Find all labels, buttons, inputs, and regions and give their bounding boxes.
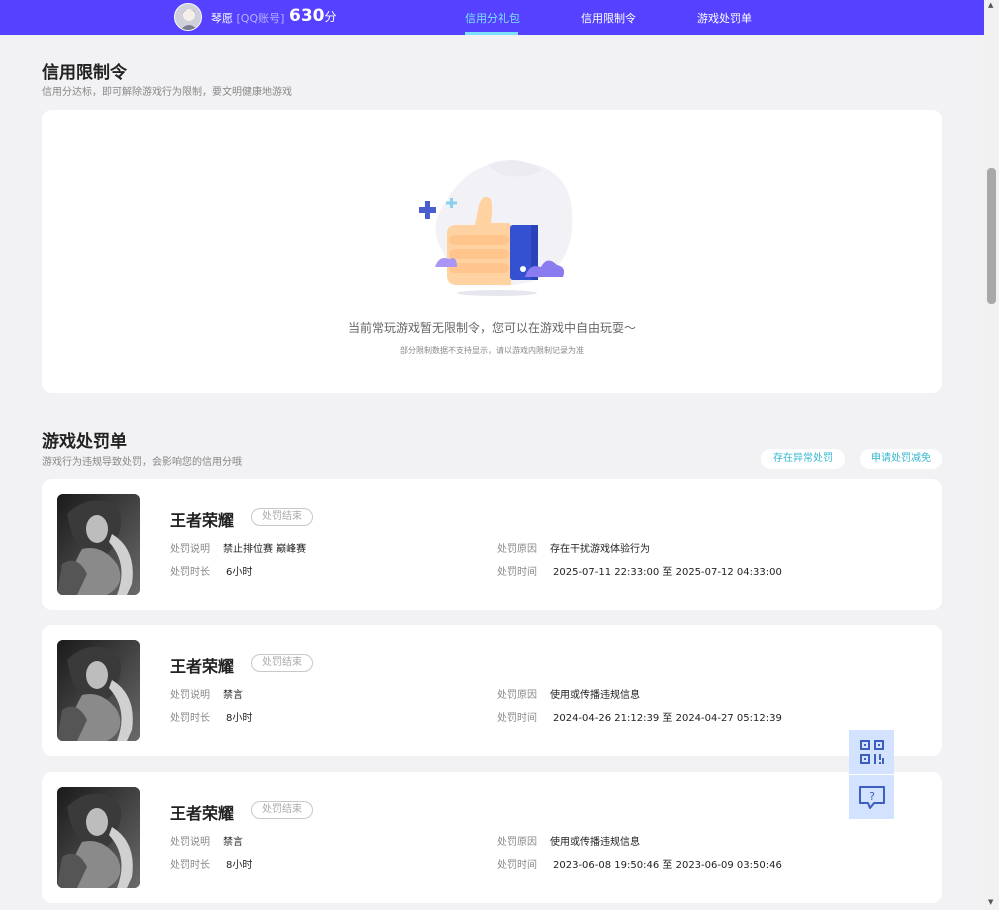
status-badge: 处罚结束 (251, 801, 313, 819)
penalty-start-time: 2024-04-26 21:12:39 (553, 713, 660, 724)
penalty-end-time: 2024-04-27 05:12:39 (675, 713, 782, 724)
penalty-time-value: 2023-06-08 19:50:46 至 2023-06-09 03:50:4… (553, 856, 782, 871)
status-badge: 处罚结束 (251, 654, 313, 672)
penalty-desc-label: 处罚说明 (170, 837, 210, 848)
game-thumbnail (57, 640, 140, 741)
status-badge: 处罚结束 (251, 508, 313, 526)
restriction-section-title: 信用限制令 (42, 63, 127, 83)
username-text: 琴愿 (211, 12, 233, 25)
penalty-card: 王者荣耀 处罚结束处罚说明 禁言处罚时长 8小时 处罚原因 使用或传播违规信息处罚时间 20… (42, 772, 942, 903)
game-hero-thumbnail-icon (57, 787, 140, 888)
penalty-time-to: 至 (662, 567, 673, 578)
penalty-reason-label: 处罚原因 (497, 690, 537, 701)
penalty-reason-label: 处罚原因 (497, 837, 537, 848)
game-thumbnail (57, 787, 140, 888)
penalty-end-time: 2023-06-09 03:50:46 (675, 860, 782, 871)
game-thumbnail (57, 494, 140, 595)
penalty-time-label: 处罚时间 (497, 713, 537, 724)
game-name: 王者荣耀 (170, 804, 235, 823)
penalty-desc-value: 禁止排位赛 巅峰赛 (223, 544, 307, 555)
penalty-reason-value: 使用或传播违规信息 (550, 690, 640, 701)
penalty-time-label: 处罚时间 (497, 567, 537, 578)
page-scrollbar[interactable]: ▲ ▼ (984, 0, 999, 910)
username: 琴愿 [QQ账号] (211, 10, 284, 26)
penalty-time-value: 2025-07-11 22:33:00 至 2025-07-12 04:33:0… (553, 563, 782, 578)
game-hero-thumbnail-icon (57, 640, 140, 741)
game-name: 王者荣耀 (170, 657, 235, 676)
account-type: [QQ账号] (236, 12, 285, 25)
qrcode-icon (859, 740, 884, 764)
nav-tab-penalty[interactable]: 游戏处罚单 (697, 10, 752, 26)
game-hero-thumbnail-icon (57, 494, 140, 595)
top-navbar: 琴愿 [QQ账号] 630分 信用分礼包 信用限制令 游戏处罚单 (0, 0, 984, 35)
empty-restriction-note: 部分限制数据不支持显示，请以游戏内限制记录为准 (400, 346, 584, 355)
help-chat-icon: ? (858, 786, 885, 809)
penalty-desc-value: 禁言 (223, 837, 243, 848)
penalty-time-to: 至 (662, 713, 673, 724)
penalty-time-value: 2024-04-26 21:12:39 至 2024-04-27 05:12:3… (553, 709, 782, 724)
penalty-start-time: 2023-06-08 19:50:46 (553, 860, 660, 871)
scroll-up-arrow-icon[interactable]: ▲ (988, 1, 993, 9)
scroll-down-arrow-icon[interactable]: ▼ (988, 898, 993, 906)
empty-restriction-message: 当前常玩游戏暂无限制令，您可以在游戏中自由玩耍～ (347, 321, 636, 335)
penalty-card: 王者荣耀 处罚结束处罚说明 禁止排位赛 巅峰赛处罚时长 6小时 处罚原因 存在干扰游戏体验… (42, 479, 942, 610)
penalty-duration-value: 6小时 (226, 567, 253, 578)
avatar[interactable] (174, 3, 202, 31)
game-name: 王者荣耀 (170, 511, 235, 530)
nav-tab-credit-gift[interactable]: 信用分礼包 (465, 10, 520, 26)
penalty-end-time: 2025-07-12 04:33:00 (675, 567, 782, 578)
penalty-duration-value: 8小时 (226, 713, 253, 724)
avatar-image-icon (175, 4, 201, 30)
penalty-desc-label: 处罚说明 (170, 544, 210, 555)
penalty-desc-value: 禁言 (223, 690, 243, 701)
penalty-duration-label: 处罚时长 (170, 567, 210, 578)
penalty-desc-label: 处罚说明 (170, 690, 210, 701)
penalty-time-to: 至 (662, 860, 673, 871)
penalty-section-title: 游戏处罚单 (42, 432, 127, 452)
abnormal-penalty-button[interactable]: 存在异常处罚 (761, 449, 845, 469)
penalty-time-label: 处罚时间 (497, 860, 537, 871)
penalty-duration-label: 处罚时长 (170, 860, 210, 871)
penalty-section-subtitle: 游戏行为违规导致处罚，会影响您的信用分哦 (42, 457, 242, 468)
nav-tab-restriction[interactable]: 信用限制令 (581, 10, 636, 26)
penalty-duration-label: 处罚时长 (170, 713, 210, 724)
restriction-empty-card: 当前常玩游戏暂无限制令，您可以在游戏中自由玩耍～ 部分限制数据不支持显示，请以游… (42, 110, 942, 393)
penalty-duration-value: 8小时 (226, 860, 253, 871)
penalty-start-time: 2025-07-11 22:33:00 (553, 567, 660, 578)
help-button[interactable]: ? (849, 775, 894, 819)
penalty-reason-label: 处罚原因 (497, 544, 537, 555)
credit-score-value: 630 (289, 6, 325, 26)
restriction-section-subtitle: 信用分达标，即可解除游戏行为限制，要文明健康地游戏 (42, 87, 292, 98)
credit-score: 630分 (289, 6, 337, 26)
penalty-reason-value: 使用或传播违规信息 (550, 837, 640, 848)
penalty-reason-value: 存在干扰游戏体验行为 (550, 544, 650, 555)
credit-score-unit: 分 (324, 10, 337, 24)
nav-active-underline (465, 32, 518, 35)
svg-text:?: ? (869, 790, 875, 803)
apply-reduction-button[interactable]: 申请处罚减免 (860, 449, 942, 469)
thumbs-up-illustration-icon (419, 160, 573, 296)
penalty-card: 王者荣耀 处罚结束处罚说明 禁言处罚时长 8小时 处罚原因 使用或传播违规信息处罚时间 20… (42, 625, 942, 756)
scroll-thumb[interactable] (987, 168, 996, 304)
qrcode-button[interactable] (849, 730, 894, 774)
